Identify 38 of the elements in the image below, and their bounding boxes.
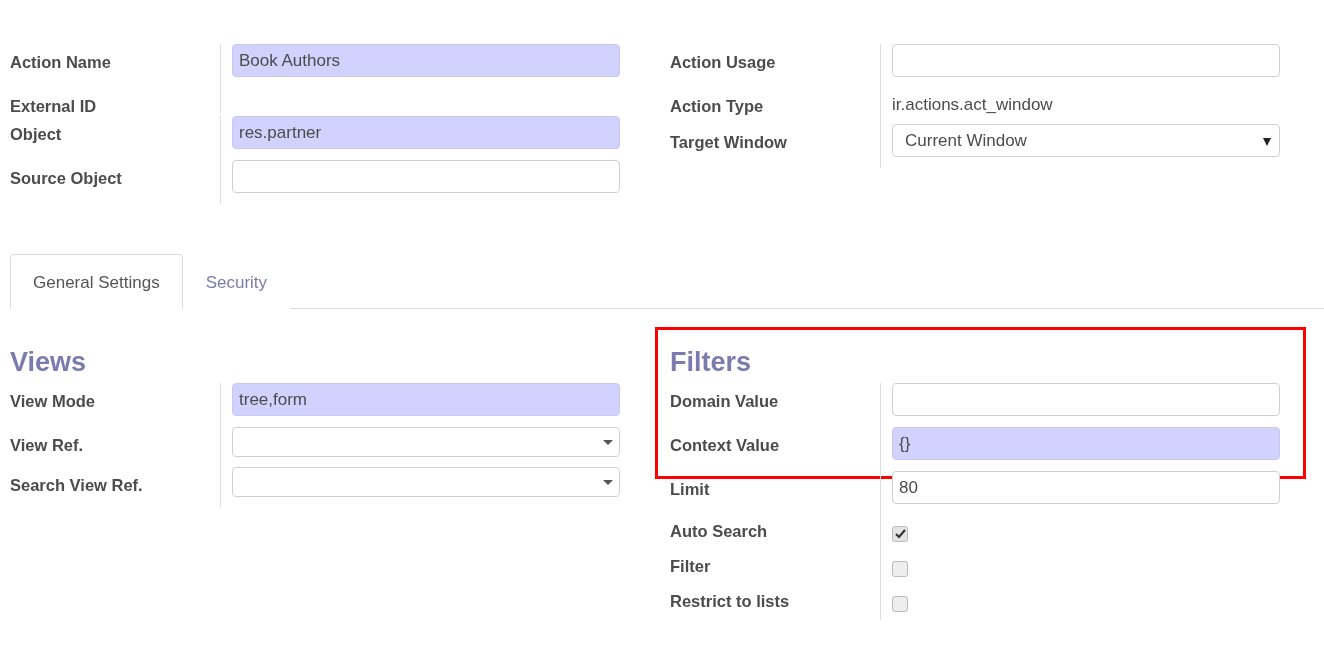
field-value: ir.actions.act_window (892, 94, 1053, 115)
input-field[interactable]: tree,form (232, 383, 620, 416)
dropdown-field[interactable] (232, 427, 620, 457)
field-label: View Ref. (10, 435, 85, 456)
caret-icon (603, 440, 613, 445)
field-label: Auto Search (670, 521, 769, 542)
check-icon (894, 529, 906, 539)
field-label: Context Value (670, 435, 781, 456)
field-label: Domain Value (670, 391, 780, 412)
field-label: Action Type (670, 96, 765, 117)
dropdown-field[interactable] (232, 467, 620, 497)
field-label: Limit (670, 479, 711, 500)
field-label: View Mode (10, 391, 96, 412)
input-field[interactable]: 80 (892, 471, 1280, 504)
field-label: Search View Ref. (10, 475, 144, 496)
tab[interactable]: General Settings (10, 254, 183, 309)
checkbox[interactable] (892, 561, 908, 577)
section-title: Filters (670, 346, 753, 379)
section-title: Views (10, 346, 88, 379)
caret-icon (1263, 138, 1271, 146)
field-label: Restrict to lists (670, 591, 791, 612)
field-label: Source Object (10, 168, 123, 189)
input-field[interactable]: Book Authors (232, 44, 620, 77)
field-label: Target Window (670, 132, 788, 153)
caret-icon (603, 480, 613, 485)
input-field[interactable]: res.partner (232, 116, 620, 149)
field-label: Action Name (10, 52, 112, 73)
field-label: Action Usage (670, 52, 777, 73)
checkbox[interactable] (892, 596, 908, 612)
input-field[interactable] (892, 44, 1280, 77)
checkbox[interactable] (892, 526, 908, 542)
field-label: Object (10, 124, 63, 145)
select-field[interactable]: Current Window (892, 124, 1280, 157)
field-label: External ID (10, 96, 98, 116)
input-field[interactable]: {} (892, 427, 1280, 460)
input-field[interactable] (892, 383, 1280, 416)
field-label: Filter (670, 556, 712, 577)
input-field[interactable] (232, 160, 620, 193)
